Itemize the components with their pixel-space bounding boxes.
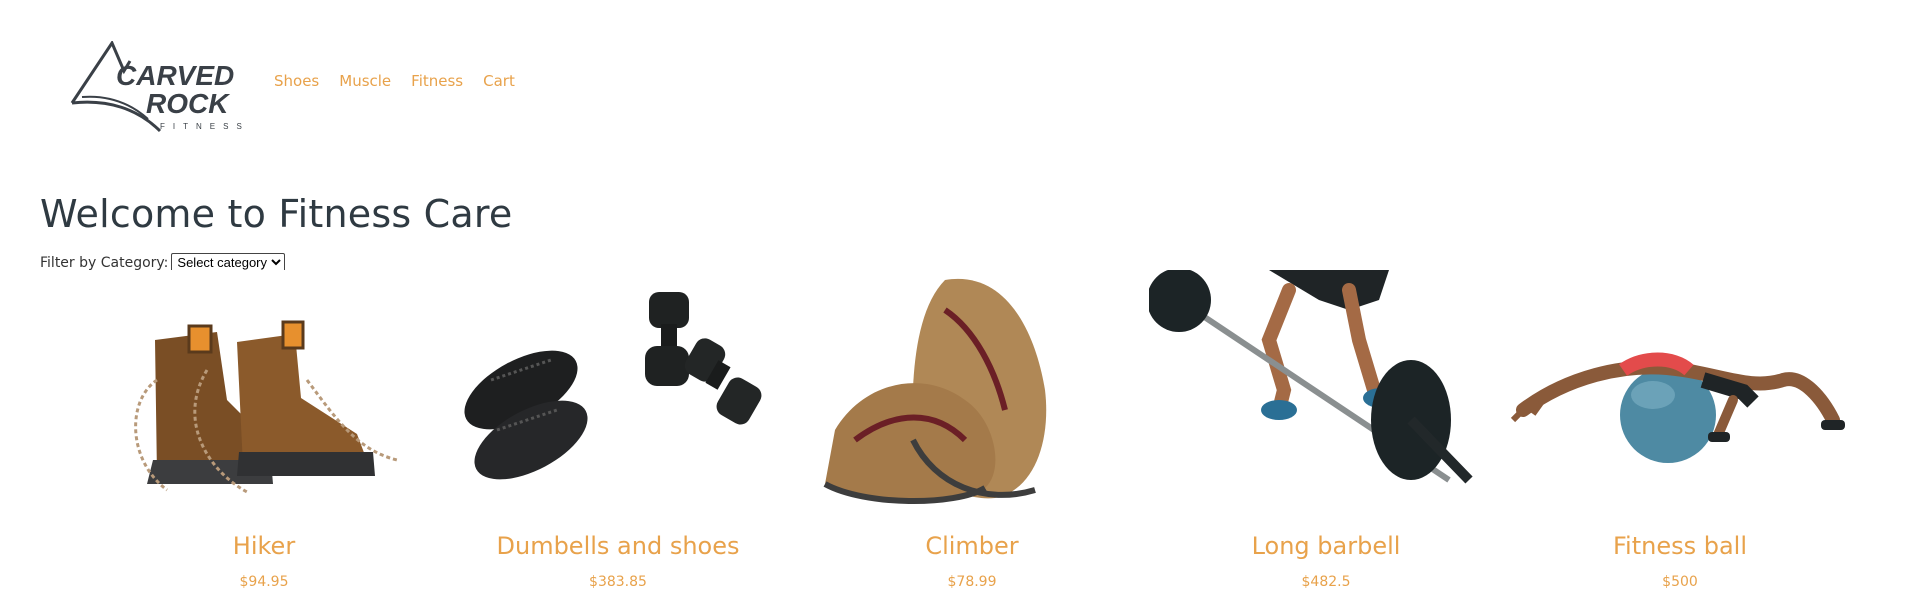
nav-cart[interactable]: Cart: [483, 72, 515, 90]
carved-rock-fitness-logo: CARVED ROCK FITNESS: [70, 40, 250, 132]
product-price: $78.99: [947, 574, 997, 590]
nav-muscle[interactable]: Muscle: [339, 72, 391, 90]
dumbbells-and-shoes-image[interactable]: [441, 270, 795, 510]
product-name[interactable]: Hiker: [233, 532, 295, 560]
product-name[interactable]: Fitness ball: [1613, 532, 1747, 560]
main-nav: Shoes Muscle Fitness Cart: [274, 72, 515, 90]
product-card[interactable]: Climber $78.99: [795, 270, 1149, 590]
product-name[interactable]: Dumbells and shoes: [497, 532, 740, 560]
product-card[interactable]: Long barbell $482.5: [1149, 270, 1503, 590]
nav-shoes[interactable]: Shoes: [274, 72, 319, 90]
hiking-boots-image[interactable]: [87, 270, 441, 510]
sandals-image[interactable]: [795, 270, 1149, 510]
logo-line1: CARVED: [116, 60, 234, 91]
product-list: Hiker $94.95 Dumbells and shoes $383.85: [87, 270, 1857, 590]
product-name[interactable]: Long barbell: [1252, 532, 1401, 560]
page-title: Welcome to Fitness Care: [40, 192, 513, 236]
logo-link[interactable]: CARVED ROCK FITNESS: [68, 40, 258, 136]
product-price: $94.95: [239, 574, 289, 590]
filter-label: Filter by Category:: [40, 254, 169, 271]
product-card[interactable]: Fitness ball $500: [1503, 270, 1857, 590]
site-header: CARVED ROCK FITNESS Shoes Muscle Fitness…: [68, 38, 515, 138]
logo-line3: FITNESS: [160, 122, 250, 131]
fitness-ball-stretch-image[interactable]: [1503, 270, 1857, 510]
product-price: $482.5: [1301, 574, 1351, 590]
logo-line2: ROCK: [146, 88, 230, 119]
nav-fitness[interactable]: Fitness: [411, 72, 463, 90]
product-card[interactable]: Dumbells and shoes $383.85: [441, 270, 795, 590]
barbell-lift-image[interactable]: [1149, 270, 1503, 510]
product-price: $500: [1662, 574, 1698, 590]
product-card[interactable]: Hiker $94.95: [87, 270, 441, 590]
product-price: $383.85: [589, 574, 647, 590]
product-name[interactable]: Climber: [925, 532, 1018, 560]
